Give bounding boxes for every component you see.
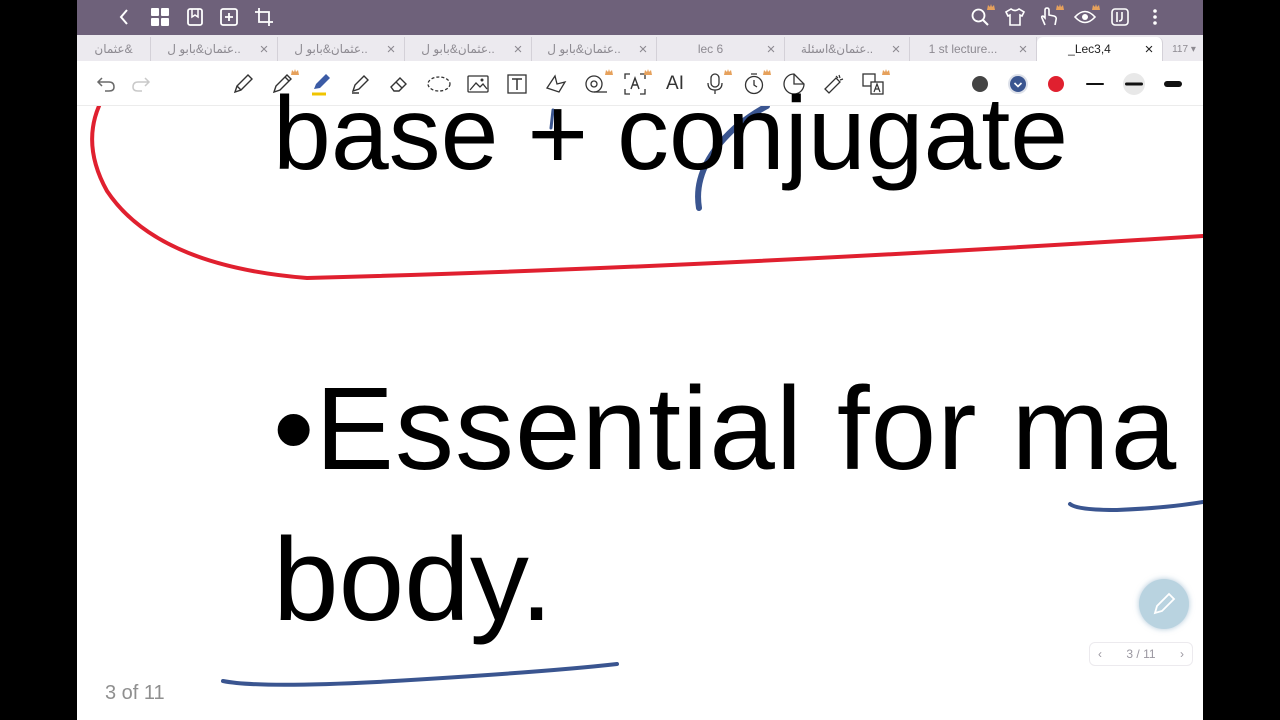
crop-icon[interactable] xyxy=(253,6,275,28)
tab-count-value: 117 xyxy=(1172,43,1189,55)
tab-strip: عثمان& عثمان&بابو ل.. × عثمان&بابو ل.. × ع… xyxy=(77,35,1203,61)
close-icon[interactable]: × xyxy=(889,41,903,58)
tab-label: عثمان&بابو ل.. xyxy=(294,42,368,56)
close-icon[interactable]: × xyxy=(636,41,650,58)
prev-page-icon[interactable]: ‹ xyxy=(1098,647,1102,661)
content-line-1: base + conjugate xyxy=(273,76,1069,192)
page-counter: 3 of 11 xyxy=(105,682,165,704)
stroke-medium-selected[interactable] xyxy=(1121,71,1147,97)
note-app: عثمان& عثمان&بابو ل.. × عثمان&بابو ل.. × ع… xyxy=(77,0,1203,720)
tab-1[interactable]: عثمان& xyxy=(77,37,151,61)
tab-2[interactable]: عثمان&بابو ل.. × xyxy=(151,37,278,61)
content-line-2: •Essential for ma xyxy=(273,363,1178,495)
tab-label: عثمان& xyxy=(94,42,133,56)
undo-icon[interactable] xyxy=(93,71,119,97)
page-navigator: ‹ 3 / 11 › xyxy=(1089,642,1193,666)
tab-label: عثمان&اسئلة.. xyxy=(800,42,874,56)
close-icon[interactable]: × xyxy=(511,41,525,58)
pen-icon[interactable] xyxy=(230,71,256,97)
tab-label: 1 st lecture... xyxy=(928,42,998,56)
next-page-icon[interactable]: › xyxy=(1180,647,1184,661)
stroke-thick[interactable] xyxy=(1160,71,1186,97)
tab-9-active[interactable]: _Lec3,4 × xyxy=(1037,37,1163,61)
redo-icon[interactable] xyxy=(128,71,154,97)
tab-count[interactable]: 117 ▾ xyxy=(1165,37,1203,61)
tab-5[interactable]: عثمان&بابو ل.. × xyxy=(532,37,657,61)
more-options-icon[interactable] xyxy=(1144,6,1166,28)
top-bar xyxy=(77,0,1203,35)
close-icon[interactable]: × xyxy=(384,41,398,58)
close-icon[interactable]: × xyxy=(764,41,778,58)
stroke-thin[interactable] xyxy=(1082,71,1108,97)
tab-3[interactable]: عثمان&بابو ل.. × xyxy=(278,37,405,61)
tab-label: عثمان&بابو ل.. xyxy=(547,42,621,56)
tab-label: lec 6 xyxy=(697,42,724,56)
back-icon[interactable] xyxy=(113,6,135,28)
note-page[interactable]: base + conjugate •Essential for ma body.… xyxy=(77,82,1203,720)
hand-touch-icon[interactable] xyxy=(1038,4,1064,28)
tab-4[interactable]: عثمان&بابو ل.. × xyxy=(405,37,532,61)
tab-label: عثمان&بابو ل.. xyxy=(167,42,241,56)
bookmark-icon[interactable] xyxy=(184,6,206,28)
floating-pen-button[interactable] xyxy=(1139,579,1189,629)
add-page-icon[interactable] xyxy=(218,6,240,28)
tab-label: _Lec3,4 xyxy=(1068,42,1111,56)
search-icon[interactable] xyxy=(969,4,995,28)
reading-mode-icon[interactable] xyxy=(1109,6,1131,28)
eye-icon[interactable] xyxy=(1074,4,1100,28)
pager-label: 3 / 11 xyxy=(1126,647,1156,661)
content-line-3: body. xyxy=(273,514,553,646)
grid-view-icon[interactable] xyxy=(149,6,171,28)
pen-icon xyxy=(1153,592,1176,615)
close-icon[interactable]: × xyxy=(1142,41,1156,58)
tab-6[interactable]: lec 6 × xyxy=(657,37,785,61)
theme-shirt-icon[interactable] xyxy=(1004,6,1026,28)
tab-label: عثمان&بابو ل.. xyxy=(421,42,495,56)
close-icon[interactable]: × xyxy=(1016,41,1030,58)
tab-8[interactable]: 1 st lecture... × xyxy=(910,37,1037,61)
close-icon[interactable]: × xyxy=(257,41,271,58)
tab-7[interactable]: عثمان&اسئلة.. × xyxy=(785,37,910,61)
